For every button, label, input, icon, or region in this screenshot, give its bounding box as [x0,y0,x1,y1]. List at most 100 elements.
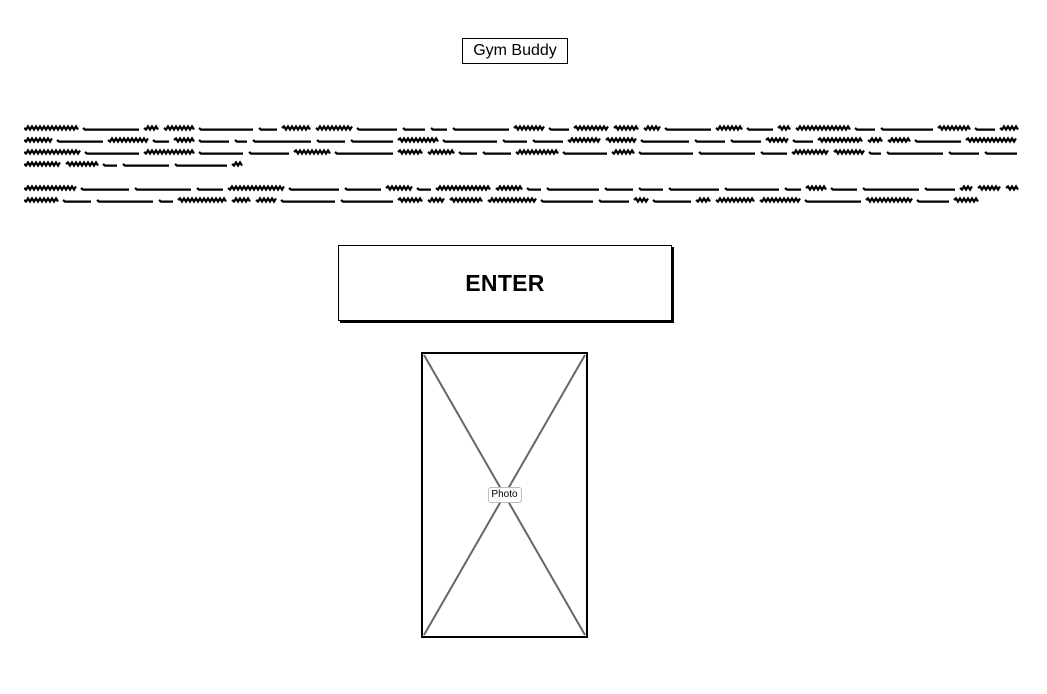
placeholder-text-word [953,196,979,204]
placeholder-text-word [173,136,195,144]
placeholder-text-word [532,139,563,143]
placeholder-text-word [452,127,509,131]
placeholder-text-word [965,136,1017,144]
placeholder-text-word [791,148,829,156]
placeholder-text-word [107,136,149,144]
placeholder-text-word [567,136,601,144]
placeholder-text-word [65,160,99,168]
placeholder-text-word [231,196,251,204]
placeholder-text-word [694,139,725,143]
placeholder-text-word [698,151,755,155]
photo-placeholder: Photo [421,352,588,638]
placeholder-text-word [198,127,253,131]
placeholder-text-word [546,187,599,191]
placeholder-text-word [777,124,791,132]
placeholder-text-word [315,124,353,132]
placeholder-text-word [605,136,637,144]
placeholder-text-word [652,199,691,203]
placeholder-text-word [999,124,1019,132]
placeholder-text-word [134,187,191,191]
placeholder-text-word [914,139,961,143]
placeholder-text-word [24,184,77,192]
placeholder-text-word [24,196,59,204]
placeholder-text-word [515,148,559,156]
placeholder-text-word [760,151,787,155]
placeholder-text-word [397,136,439,144]
placeholder-text-word [24,136,53,144]
placeholder-text-word [340,199,393,203]
placeholder-text-word [427,148,455,156]
placeholder-text-word [959,184,973,192]
placeholder-text-word [56,139,103,143]
placeholder-text-word [487,196,537,204]
placeholder-text-word [730,139,761,143]
photo-label: Photo [487,487,522,503]
placeholder-text-word [854,127,875,131]
placeholder-text-word [977,184,1001,192]
placeholder-text-word [334,151,393,155]
placeholder-text-word [862,187,919,191]
placeholder-text-word [638,187,663,191]
placeholder-text-word [62,199,91,203]
description-paragraph-2 [24,182,1020,206]
placeholder-text-word [746,127,773,131]
placeholder-text-word [513,124,545,132]
placeholder-text-word [526,187,541,191]
placeholder-text-word [640,139,689,143]
placeholder-text-word [1005,184,1019,192]
placeholder-text-word [449,196,483,204]
placeholder-text-word [817,136,863,144]
placeholder-text-word [759,196,801,204]
placeholder-text-word [397,196,423,204]
placeholder-text-word [804,199,861,203]
placeholder-text-word [887,136,911,144]
placeholder-text-word [495,184,523,192]
placeholder-text-word [397,148,423,156]
placeholder-text-word [613,124,639,132]
placeholder-text-word [880,127,933,131]
placeholder-text-word [664,127,711,131]
placeholder-text-word [350,139,393,143]
placeholder-text-word [198,139,229,143]
placeholder-text-word [598,199,629,203]
placeholder-text-word [252,139,311,143]
placeholder-text-word [143,124,159,132]
placeholder-text-word [198,151,243,155]
placeholder-text-word [715,196,755,204]
placeholder-text-word [458,151,477,155]
placeholder-text-word [867,136,883,144]
placeholder-text-word [865,196,913,204]
placeholder-text-word [765,136,789,144]
placeholder-text-word [795,124,851,132]
placeholder-text-word [442,139,497,143]
placeholder-text-word [385,184,413,192]
placeholder-text-word [668,187,719,191]
description-paragraph-1 [24,122,1020,170]
placeholder-text-word [573,124,609,132]
placeholder-text-word [724,187,779,191]
placeholder-text-word [482,151,511,155]
placeholder-text-word [96,199,153,203]
placeholder-text-word [427,196,445,204]
enter-button[interactable]: ENTER [338,245,672,321]
placeholder-text-word [430,127,447,131]
placeholder-text-word [984,151,1017,155]
placeholder-text-word [102,163,117,167]
placeholder-text-word [280,199,335,203]
placeholder-text-word [416,187,431,191]
placeholder-text-word [916,199,949,203]
placeholder-text-word [402,127,425,131]
placeholder-text-word [227,184,285,192]
placeholder-text-word [833,148,865,156]
placeholder-text-word [234,139,247,143]
placeholder-text-word [695,196,711,204]
placeholder-text-word [356,127,397,131]
placeholder-text-word [715,124,743,132]
placeholder-text-word [805,184,827,192]
placeholder-text-word [868,151,881,155]
placeholder-text-word [255,196,277,204]
placeholder-text-word [924,187,955,191]
placeholder-text-word [293,148,331,156]
placeholder-text-word [435,184,491,192]
placeholder-text-word [886,151,943,155]
